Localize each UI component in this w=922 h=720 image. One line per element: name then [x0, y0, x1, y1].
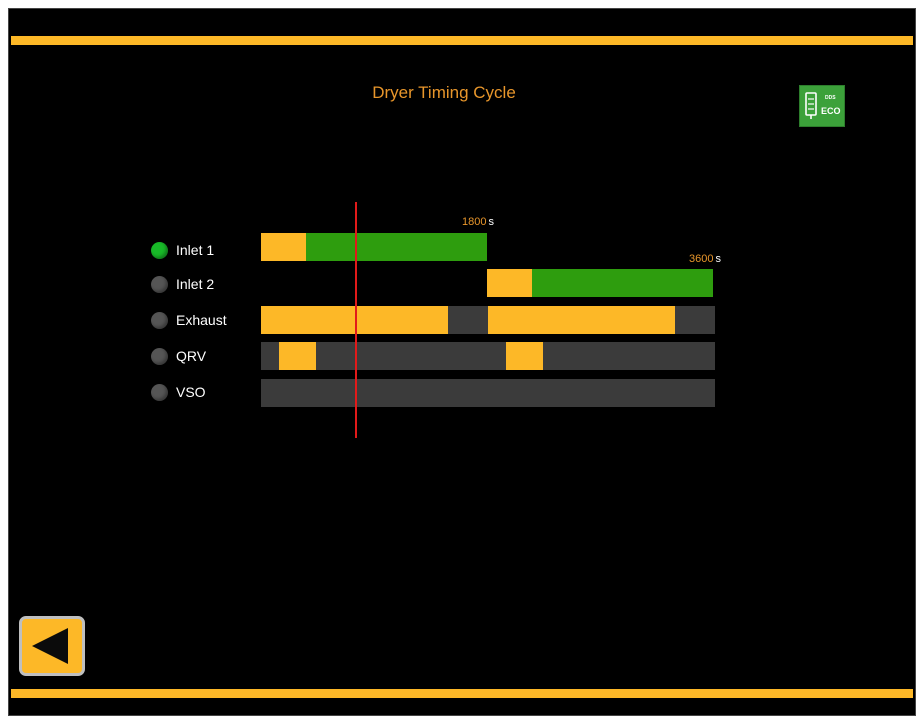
indicator-vso — [151, 383, 168, 401]
indicator-inlet-1 — [151, 241, 168, 259]
eco-badge-label: ECO — [821, 106, 841, 116]
top-accent-bar — [11, 36, 913, 45]
eco-badge: DDS ECO — [799, 85, 845, 127]
eco-dryer-icon — [805, 92, 817, 119]
inlet-1-pressurize-segment — [261, 233, 306, 261]
vso-track — [261, 379, 715, 407]
hmi-screen: Dryer Timing Cycle DDS ECO Inlet 1 Inlet… — [8, 8, 916, 716]
row-inlet-2: Inlet 2 — [151, 274, 214, 294]
time-marker-3600: 3600 s — [689, 253, 721, 265]
row-inlet-1: Inlet 1 — [151, 240, 214, 260]
inlet-2-active-segment — [532, 269, 713, 297]
exhaust-track — [261, 306, 715, 334]
back-arrow-icon — [32, 628, 68, 664]
row-label-inlet-1: Inlet 1 — [176, 242, 215, 258]
exhaust-segment-2 — [488, 306, 675, 334]
back-button[interactable] — [19, 616, 85, 676]
inlet-1-active-segment — [306, 233, 487, 261]
indicator-inlet-2 — [151, 275, 168, 293]
time-marker-1800-value: 1800 — [462, 216, 487, 228]
qrv-segment-1 — [279, 342, 316, 370]
page-title: Dryer Timing Cycle — [372, 83, 516, 102]
eco-badge-brand: DDS — [825, 95, 836, 101]
time-marker-1800: 1800 s — [462, 216, 494, 228]
time-marker-3600-value: 3600 — [689, 253, 714, 265]
row-vso: VSO — [151, 382, 206, 402]
row-qrv: QRV — [151, 346, 206, 366]
qrv-segment-2 — [506, 342, 543, 370]
row-exhaust: Exhaust — [151, 310, 227, 330]
row-label-inlet-2: Inlet 2 — [176, 276, 215, 292]
qrv-track — [261, 342, 715, 370]
indicator-qrv — [151, 347, 168, 365]
row-label-vso: VSO — [176, 384, 206, 400]
bottom-accent-bar — [11, 689, 913, 698]
current-time-cursor — [355, 202, 357, 438]
time-marker-3600-unit: s — [715, 253, 721, 265]
row-label-exhaust: Exhaust — [176, 312, 227, 328]
row-label-qrv: QRV — [176, 348, 207, 364]
indicator-exhaust — [151, 311, 168, 329]
inlet-2-pressurize-segment — [487, 269, 532, 297]
time-marker-1800-unit: s — [488, 216, 494, 228]
